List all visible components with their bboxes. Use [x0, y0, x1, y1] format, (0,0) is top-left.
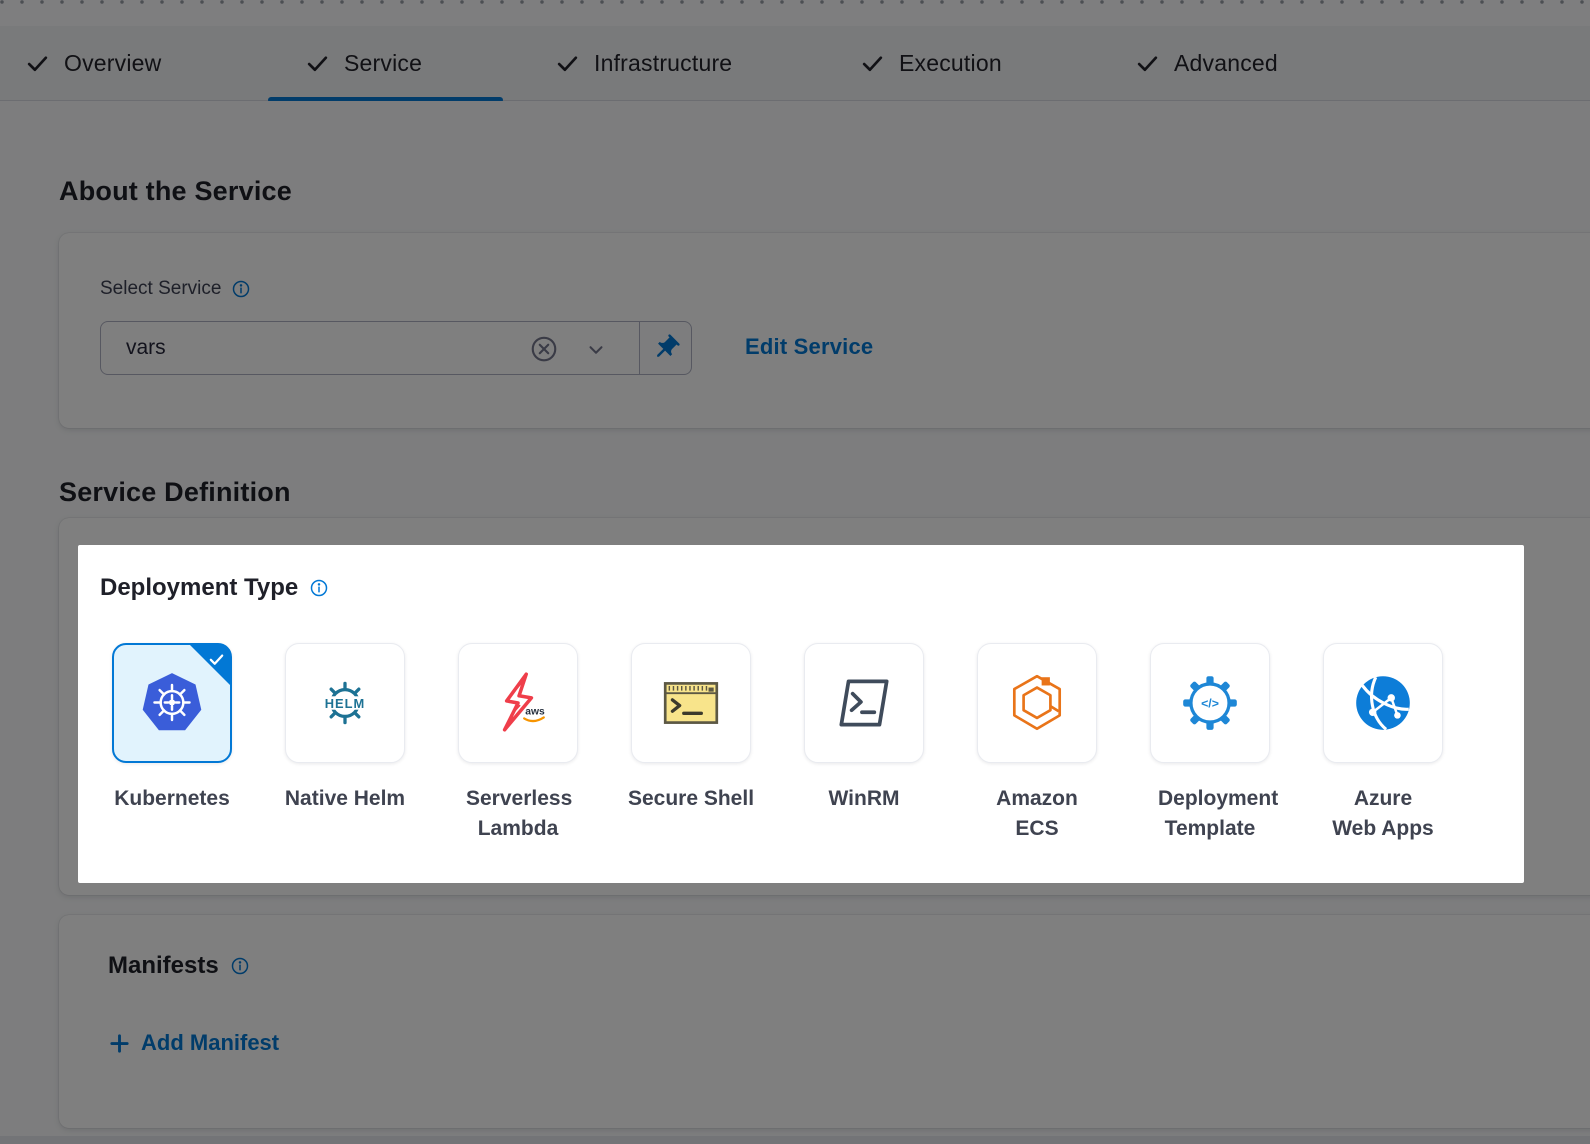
amazon-ecs-card[interactable] — [977, 643, 1097, 763]
service-definition-card: Deployment Type — [59, 518, 1590, 895]
serverless-lambda-icon: aws — [485, 670, 551, 736]
clear-circle-icon[interactable] — [529, 334, 559, 364]
check-icon — [1135, 51, 1160, 76]
about-service-heading: About the Service — [59, 176, 292, 207]
tab-label: Execution — [899, 50, 1002, 77]
deployment-type-label-text: Serverless Lambda — [466, 784, 570, 844]
secure-shell-icon — [658, 670, 724, 736]
native-helm-card[interactable]: HELM — [285, 643, 405, 763]
tab-service[interactable]: Service — [305, 26, 422, 101]
check-icon — [25, 51, 50, 76]
select-service-label: Select Service — [100, 278, 221, 300]
select-service-input-group — [100, 321, 692, 375]
deployment-type-label-text: WinRM — [789, 784, 939, 814]
deployment-type-label-text: Azure Web Apps — [1331, 784, 1435, 844]
deployment-type-native-helm: HELM Native Helm — [285, 643, 405, 844]
tab-execution[interactable]: Execution — [860, 26, 1002, 101]
chevron-down-icon[interactable] — [585, 339, 607, 361]
add-manifest-label: Add Manifest — [141, 1030, 279, 1056]
manifests-heading: Manifests — [108, 952, 219, 980]
amazon-ecs-icon — [1004, 670, 1070, 736]
winrm-icon — [831, 670, 897, 736]
deployment-type-label-text: Secure Shell — [616, 784, 766, 814]
deployment-template-card[interactable]: </> — [1150, 643, 1270, 763]
deployment-type-serverless-lambda: aws Serverless Lambda — [458, 643, 578, 844]
deployment-type-label-text: Deployment Template — [1158, 784, 1262, 844]
svg-text:aws: aws — [525, 706, 545, 717]
azure-web-apps-icon — [1350, 670, 1416, 736]
azure-web-apps-card[interactable] — [1323, 643, 1443, 763]
deployment-type-label-text: Kubernetes — [97, 784, 247, 814]
stage-tabbar: Overview Service Infrastructure Executio… — [0, 26, 1590, 101]
deployment-type-winrm: WinRM — [804, 643, 924, 844]
info-circle-icon[interactable] — [230, 956, 250, 976]
serverless-lambda-card[interactable]: aws — [458, 643, 578, 763]
check-icon — [305, 51, 330, 76]
service-definition-heading: Service Definition — [59, 477, 291, 508]
svg-text:HELM: HELM — [325, 696, 366, 711]
tab-label: Advanced — [1174, 50, 1278, 77]
check-icon — [860, 51, 885, 76]
tab-overview[interactable]: Overview — [25, 26, 161, 101]
footer-strip — [0, 1136, 1590, 1144]
secure-shell-card[interactable] — [631, 643, 751, 763]
deployment-type-kubernetes: Kubernetes — [112, 643, 232, 844]
edit-service-link[interactable]: Edit Service — [745, 334, 873, 360]
deployment-type-amazon-ecs: Amazon ECS — [977, 643, 1097, 844]
winrm-card[interactable] — [804, 643, 924, 763]
deployment-type-azure-web-apps: Azure Web Apps — [1323, 643, 1443, 844]
tab-advanced[interactable]: Advanced — [1135, 26, 1278, 101]
pushpin-icon — [651, 333, 681, 363]
plus-icon — [108, 1032, 131, 1055]
check-icon — [208, 651, 225, 668]
svg-text:</>: </> — [1201, 697, 1219, 711]
info-circle-icon[interactable] — [231, 279, 251, 299]
tab-label: Service — [344, 50, 422, 77]
tab-label: Overview — [64, 50, 161, 77]
deployment-type-row: Kubernetes HELM — [112, 643, 1443, 844]
about-service-card: Select Service Edit Service — [59, 233, 1590, 428]
deployment-type-label-text: Native Helm — [270, 784, 420, 814]
info-circle-icon[interactable] — [309, 578, 329, 598]
add-manifest-button[interactable]: Add Manifest — [108, 1030, 279, 1056]
deployment-type-label-text: Amazon ECS — [985, 784, 1089, 844]
pipeline-canvas-strip — [0, 0, 1590, 26]
tab-label: Infrastructure — [594, 50, 732, 77]
deployment-template-icon: </> — [1177, 670, 1243, 736]
manifests-card: Manifests Add Manifest — [59, 915, 1590, 1128]
kubernetes-card[interactable] — [112, 643, 232, 763]
deployment-type-deployment-template: </> Deployment Template — [1150, 643, 1270, 844]
deployment-type-label: Deployment Type — [100, 574, 298, 602]
check-icon — [555, 51, 580, 76]
tab-infrastructure[interactable]: Infrastructure — [555, 26, 732, 101]
pin-service-button[interactable] — [639, 321, 692, 375]
service-tab-content: About the Service Select Service Edit Se… — [0, 101, 1590, 1144]
deployment-type-secure-shell: Secure Shell — [631, 643, 751, 844]
helm-icon: HELM — [312, 670, 378, 736]
